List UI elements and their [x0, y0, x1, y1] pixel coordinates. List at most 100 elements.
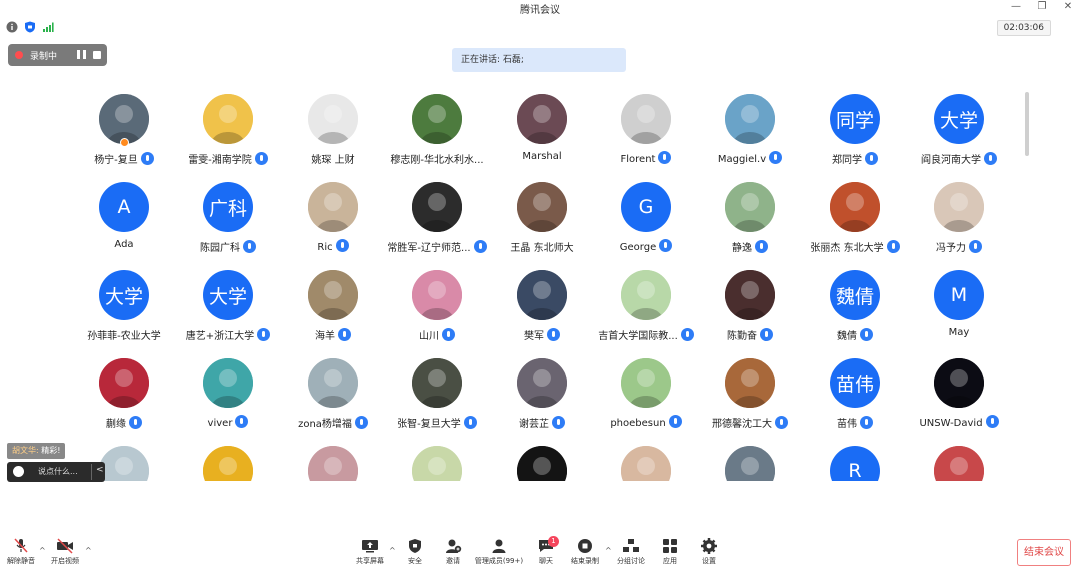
participant-tile[interactable]: 同学 郑同学: [803, 94, 907, 174]
participant-tile[interactable]: [281, 446, 385, 481]
participant-tile[interactable]: 王晶 东北师大: [490, 182, 594, 262]
stop-recording-icon[interactable]: [93, 51, 101, 59]
pause-recording-icon[interactable]: [72, 48, 90, 62]
avatar: [412, 446, 462, 481]
participant-tile[interactable]: Marshal: [490, 94, 594, 174]
participant-tile[interactable]: 张丽杰 东北大学: [803, 182, 907, 262]
avatar: [203, 94, 253, 144]
participant-name: 蒯缘: [106, 419, 126, 430]
avatar-photo: [725, 358, 775, 408]
participant-tile[interactable]: M May: [907, 270, 1011, 350]
avatar: [934, 182, 984, 232]
participant-tile[interactable]: 广科 陈园广科: [176, 182, 280, 262]
participant-name: 魏倩: [837, 331, 857, 342]
mic-icon: [969, 240, 982, 253]
participant-tile[interactable]: [594, 446, 698, 481]
participant-tile[interactable]: 冯予力: [907, 182, 1011, 262]
close-icon[interactable]: ✕: [1062, 0, 1074, 14]
participant-tile[interactable]: [490, 446, 594, 481]
participant-tile[interactable]: 邢德馨沈工大: [698, 358, 802, 438]
breakout-icon: [623, 539, 639, 552]
participant-tile[interactable]: [698, 446, 802, 481]
mic-icon: [985, 415, 999, 428]
mic-icon: [775, 416, 788, 429]
participant-tile[interactable]: 大学 孙菲菲-农业大学: [72, 270, 176, 350]
shield-icon[interactable]: [24, 21, 36, 33]
chevron-left-icon[interactable]: <: [96, 465, 104, 475]
participant-tile[interactable]: 吉首大学国际教...: [594, 270, 698, 350]
participant-tile[interactable]: 大学阎良河南大学: [907, 94, 1011, 174]
mic-icon: [257, 328, 271, 341]
participant-tile[interactable]: 海羊: [281, 270, 385, 350]
participant-name: Ada: [114, 239, 134, 250]
participant-tile[interactable]: [385, 446, 489, 481]
participant-tile[interactable]: 苗伟 苗伟: [803, 358, 907, 438]
recording-bar: 录制中: [8, 44, 107, 66]
participant-name: 阎良河南大学: [921, 155, 981, 166]
invite-button[interactable]: 邀请: [428, 538, 478, 568]
participant-tile[interactable]: R: [803, 446, 907, 481]
manage-members-button[interactable]: 管理成员(99+): [474, 538, 524, 568]
settings-button[interactable]: 设置: [684, 538, 734, 568]
participant-tile[interactable]: phoebesun: [594, 358, 698, 438]
participant-name: George: [619, 242, 657, 253]
participant-tile[interactable]: 穆志刚-华北水利水...: [385, 94, 489, 174]
participant-tile[interactable]: 大学 唐艺+浙江大学: [176, 270, 280, 350]
restore-icon[interactable]: ❐: [1036, 0, 1048, 14]
grid-scrollbar[interactable]: [1025, 92, 1029, 156]
participant-tile[interactable]: viver: [176, 358, 280, 438]
video-options-chevron-icon[interactable]: ^: [85, 546, 92, 555]
avatar: 大学: [934, 94, 984, 144]
participant-tile[interactable]: 樊军: [490, 270, 594, 350]
participant-name: 杨宁-复旦: [94, 155, 138, 166]
avatar: [99, 358, 149, 408]
avatar-photo: [934, 182, 984, 232]
share-screen-button[interactable]: 共享屏幕: [345, 538, 395, 568]
participant-tile[interactable]: zona杨增福: [281, 358, 385, 438]
participant-tile[interactable]: 静逸: [698, 182, 802, 262]
participant-tile[interactable]: 雷雯-湘南学院: [176, 94, 280, 174]
participant-tile[interactable]: [176, 446, 280, 481]
participant-tile[interactable]: UNSW-David: [907, 358, 1011, 438]
participant-tile[interactable]: Florent: [594, 94, 698, 174]
emoji-icon[interactable]: [13, 466, 24, 477]
participant-tile[interactable]: 陈勤奋: [698, 270, 802, 350]
start-video-button[interactable]: 开启视频: [40, 538, 90, 568]
participant-tile[interactable]: Maggiel.v: [698, 94, 802, 174]
participant-tile[interactable]: 魏倩 魏倩: [803, 270, 907, 350]
end-meeting-button[interactable]: 结束会议: [1017, 539, 1071, 566]
participant-tile[interactable]: G George: [594, 182, 698, 262]
participant-tile[interactable]: 杨宁-复旦: [72, 94, 176, 174]
mic-icon: [140, 152, 154, 165]
participant-tile[interactable]: [907, 446, 1011, 481]
participant-tile[interactable]: 山川: [385, 270, 489, 350]
participant-tile[interactable]: 姚琛 上财: [281, 94, 385, 174]
avatar: [308, 182, 358, 232]
participant-tile[interactable]: 常胜军-辽宁师范...: [385, 182, 489, 262]
participant-name: 谢芸芷: [519, 419, 549, 430]
chat-quick-input[interactable]: 说点什么... <: [7, 462, 105, 482]
info-icon[interactable]: [6, 21, 18, 33]
avatar: [725, 182, 775, 232]
bottom-toolbar: 解除静音 ^ 开启视频 ^ 共享屏幕 ^ 安全 邀请 管理成员(99+) 聊天 …: [0, 530, 1080, 571]
avatar-photo: [308, 270, 358, 320]
participant-name: viver: [207, 418, 233, 429]
avatar-initials: 广科: [208, 197, 247, 220]
participant-tile[interactable]: 谢芸芷: [490, 358, 594, 438]
participant-tile[interactable]: 蒯缘: [72, 358, 176, 438]
chat-input-placeholder[interactable]: 说点什么...: [38, 466, 78, 477]
participant-tile[interactable]: 张智-复旦大学: [385, 358, 489, 438]
participant-tile[interactable]: A Ada: [72, 182, 176, 262]
avatar-initials: G: [638, 196, 654, 218]
signal-icon[interactable]: [42, 21, 54, 33]
mic-icon: [865, 152, 878, 165]
participant-tile[interactable]: Ric: [281, 182, 385, 262]
avatar-photo: [517, 358, 567, 408]
avatar-initials: A: [117, 196, 131, 218]
end-recording-button[interactable]: 结束录制: [560, 538, 610, 568]
avatar: [621, 446, 671, 481]
avatar-photo: [203, 446, 253, 481]
participant-name: 张智-复旦大学: [397, 419, 461, 430]
record-stop-icon: [578, 539, 592, 553]
minimize-icon[interactable]: —: [1010, 0, 1022, 14]
